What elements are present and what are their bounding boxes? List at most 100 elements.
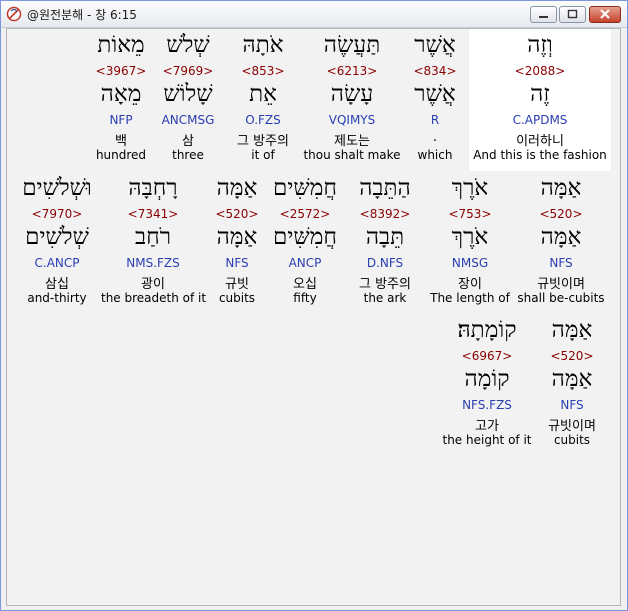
verse-line-1: וְזֶה <2088> זֶה C.APDMS 이러하니 And this i… (7, 29, 620, 171)
english-gloss: The length of (430, 291, 510, 305)
word-cell[interactable]: אֹתָהּ <853> אֵת O.FZS 그 방주의 it of (225, 29, 301, 171)
strong-number[interactable]: <2572> (269, 207, 341, 221)
strong-number[interactable]: <853> (225, 64, 301, 78)
hebrew-lemma: אֹרֶךְ (451, 224, 489, 250)
morphology-code: NFS (560, 398, 584, 412)
morphology-code: NFS (549, 256, 573, 270)
word-cell[interactable]: הַתֵּבָה <8392> תֵּבָה D.NFS 그 방주의 the a… (345, 172, 425, 314)
korean-gloss: 고가 (475, 419, 499, 434)
hebrew-word: אַמָּה (540, 175, 582, 201)
interlinear-panel[interactable]: וְזֶה <2088> זֶה C.APDMS 이러하니 And this i… (6, 28, 621, 606)
hebrew-lemma: עָשָׂה (330, 81, 374, 107)
strong-number[interactable]: <7969> (153, 64, 223, 78)
main-window: @원전분해 - 창 6:15 וְזֶה <2088> זֶה C.APDMS … (0, 0, 628, 611)
korean-gloss: 오십 (293, 277, 317, 292)
korean-gloss: 제도는 (334, 134, 370, 149)
word-cell[interactable]: רָחְבָּהּ <7341> רֹחַב NMS.FZS 광이 the br… (101, 172, 207, 314)
korean-gloss: 이러하니 (516, 134, 564, 149)
minimize-icon (539, 16, 548, 18)
hebrew-lemma: שְׁלֹשִׁים (25, 224, 89, 250)
word-cell[interactable]: קוֹמָתָהּ׃ <6967> קוֹמָה NFS.FZS 고가 the … (441, 314, 533, 456)
english-gloss: hundred (95, 148, 147, 162)
strong-number[interactable]: <8392> (345, 207, 425, 221)
english-gloss: cubits (218, 291, 256, 305)
word-cell[interactable]: וְזֶה <2088> זֶה C.APDMS 이러하니 And this i… (469, 29, 611, 171)
hebrew-lemma: אַמָּה (540, 224, 582, 250)
english-gloss: three (172, 148, 204, 162)
hebrew-word: וְזֶה (527, 32, 553, 58)
korean-gloss: 규빗 (225, 277, 249, 292)
hebrew-lemma: אֲשֶׁר (414, 81, 456, 107)
hebrew-lemma: אַמָּה (551, 366, 593, 392)
hebrew-lemma: מֵאָה (100, 81, 142, 107)
hebrew-word: הַתֵּבָה (359, 175, 411, 201)
morphology-code: NFP (109, 113, 133, 127)
hebrew-word: אֲשֶׁר (414, 32, 456, 58)
morphology-code: VQIMYS (328, 113, 376, 127)
word-cell[interactable]: אֲשֶׁר <834> אֲשֶׁר R . which (402, 29, 468, 171)
hebrew-word: אַמָּה (551, 317, 593, 343)
verse-line-3: אַמָּה <520> אַמָּה NFS 규빗이며 cubits קוֹמ… (7, 314, 620, 456)
word-cell[interactable]: מֵאוֹת <3967> מֵאָה NFP 백 hundred (91, 29, 151, 171)
strong-number[interactable]: <520> (207, 207, 267, 221)
hebrew-word: קוֹמָתָהּ׃ (457, 317, 517, 343)
korean-gloss: 광이 (141, 277, 165, 292)
morphology-code: R (430, 113, 440, 127)
word-cell[interactable]: וּשְׁלֹשִׁים <7970> שְׁלֹשִׁים C.ANCP 삼십… (15, 172, 99, 314)
strong-number[interactable]: <6967> (441, 349, 533, 363)
strong-number[interactable]: <753> (427, 207, 513, 221)
hebrew-word: אַמָּה (216, 175, 258, 201)
hebrew-lemma: קוֹמָה (464, 366, 510, 392)
title-bar[interactable]: @원전분해 - 창 6:15 (1, 1, 627, 28)
english-gloss: the breadeth of it (101, 291, 207, 305)
morphology-code: O.FZS (245, 113, 281, 127)
korean-gloss: 규빗이며 (537, 277, 585, 292)
word-cell[interactable]: אֹרֶךְ <753> אֹרֶךְ NMSG 장이 The length o… (427, 172, 513, 314)
strong-number[interactable]: <6213> (303, 64, 401, 78)
korean-gloss: 백 (115, 134, 127, 149)
close-button[interactable] (589, 6, 621, 23)
morphology-code: C.APDMS (512, 113, 568, 127)
hebrew-lemma: אֵת (249, 81, 277, 107)
strong-number[interactable]: <7970> (15, 207, 99, 221)
english-gloss: which (417, 148, 453, 162)
english-gloss: it of (251, 148, 275, 162)
strong-number[interactable]: <7341> (101, 207, 205, 221)
strong-number[interactable]: <3967> (91, 64, 151, 78)
maximize-button[interactable] (559, 6, 586, 23)
word-cell[interactable]: שְׁלֹשׁ <7969> שָׁלוֹשׁ ANCMSG 삼 three (153, 29, 223, 171)
english-gloss: the height of it (442, 433, 532, 447)
english-gloss: the ark (363, 291, 407, 305)
hebrew-word: רָחְבָּהּ (128, 175, 178, 201)
word-cell[interactable]: תַּעֲשֶׂה <6213> עָשָׂה VQIMYS 제도는 thou … (303, 29, 401, 171)
hebrew-lemma: זֶה (530, 81, 550, 107)
strong-number[interactable]: <834> (402, 64, 468, 78)
morphology-code: NMS.FZS (126, 256, 180, 270)
korean-gloss: 그 방주의 (359, 277, 411, 292)
morphology-code: D.NFS (366, 256, 404, 270)
hebrew-word: תַּעֲשֶׂה (323, 32, 381, 58)
word-cell[interactable]: חֲמִשִּׁים <2572> חֲמִשִּׁים ANCP 오십 fif… (269, 172, 341, 314)
app-logo-icon (6, 6, 22, 22)
korean-gloss: 장이 (458, 277, 482, 292)
english-gloss: thou shalt make (303, 148, 401, 162)
strong-number[interactable]: <520> (535, 349, 609, 363)
hebrew-word: וּשְׁלֹשִׁים (22, 175, 92, 201)
korean-gloss: 삼 (182, 134, 194, 149)
strong-number[interactable]: <520> (515, 207, 607, 221)
hebrew-lemma: תֵּבָה (365, 224, 405, 250)
strong-number[interactable]: <2088> (469, 64, 611, 78)
word-cell[interactable]: אַמָּה <520> אַמָּה NFS 규빗 cubits (207, 172, 267, 314)
word-cell[interactable]: אַמָּה <520> אַמָּה NFS 규빗이며 shall be-cu… (515, 172, 607, 314)
minimize-button[interactable] (530, 6, 557, 23)
hebrew-lemma: רֹחַב (135, 224, 171, 250)
english-gloss: shall be-cubits (517, 291, 605, 305)
korean-gloss: 규빗이며 (548, 419, 596, 434)
hebrew-word: אֹרֶךְ (451, 175, 489, 201)
hebrew-word: חֲמִשִּׁים (273, 175, 337, 201)
maximize-icon (567, 9, 578, 19)
word-cell[interactable]: אַמָּה <520> אַמָּה NFS 규빗이며 cubits (535, 314, 609, 456)
hebrew-word: אֹתָהּ (242, 32, 284, 58)
morphology-code: C.ANCP (34, 256, 80, 270)
verse-line-2: אַמָּה <520> אַמָּה NFS 규빗이며 shall be-cu… (7, 172, 620, 314)
